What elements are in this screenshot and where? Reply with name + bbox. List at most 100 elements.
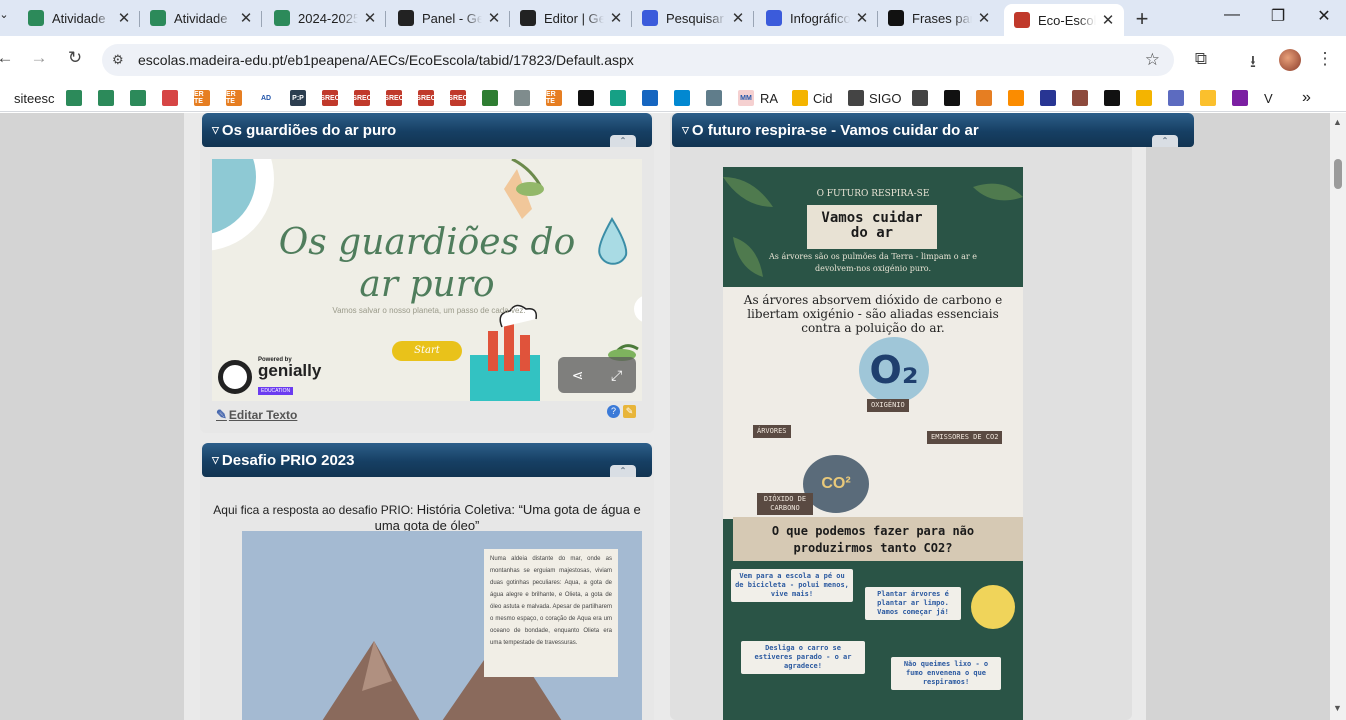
bookmark-item[interactable]: SREC — [352, 89, 372, 107]
tab-close-icon[interactable]: ✕ — [608, 9, 624, 27]
edit-icon[interactable]: ✎ — [623, 405, 636, 418]
bookmark-item[interactable] — [944, 89, 960, 107]
genially-embed[interactable]: Os guardiões do ar puro Vamos salvar o n… — [212, 159, 642, 401]
help-icon[interactable]: ? — [607, 405, 620, 418]
bookmark-item[interactable]: RA — [760, 89, 778, 107]
more-bookmarks-icon[interactable]: » — [1302, 89, 1311, 107]
back-icon[interactable]: ← — [0, 48, 16, 68]
tab-close-icon[interactable]: ✕ — [486, 9, 502, 27]
story-text: Numa aldeia distante do mar, onde as mon… — [484, 549, 618, 677]
forward-icon[interactable]: → — [28, 48, 50, 68]
menu-icon[interactable]: ⋮ — [1314, 49, 1336, 69]
restore-icon[interactable]: ❐ — [1268, 6, 1288, 26]
bookmark-item[interactable] — [578, 89, 594, 107]
bookmark-item[interactable] — [1168, 89, 1184, 107]
bookmark-item[interactable] — [610, 89, 626, 107]
tab-close-icon[interactable]: ✕ — [976, 9, 992, 27]
collapse-triangle-icon[interactable]: ▽ — [682, 125, 689, 136]
extensions-icon[interactable]: ⧉ — [1190, 49, 1212, 69]
collapse-triangle-icon[interactable]: ▽ — [212, 455, 219, 466]
tab-close-icon[interactable]: ✕ — [1100, 11, 1116, 29]
bookmark-item[interactable]: AD — [258, 89, 274, 107]
genially-badge[interactable]: Powered by genially EDUCATION — [218, 357, 321, 397]
tab[interactable]: Infográfico ✕ — [756, 4, 878, 32]
tab-close-icon[interactable]: ✕ — [238, 9, 254, 27]
vertical-scrollbar[interactable]: ▲ ▼ — [1330, 113, 1346, 720]
tab[interactable]: Eco-Escola✕ — [1004, 4, 1124, 36]
collapse-button[interactable]: ⌃ — [610, 465, 636, 477]
url-text[interactable]: escolas.madeira-edu.pt/eb1peapena/AECs/E… — [138, 52, 634, 68]
bookmark-item[interactable]: SREC — [384, 89, 404, 107]
minimize-icon[interactable]: — — [1222, 6, 1242, 24]
bookmark-item[interactable] — [1200, 89, 1216, 107]
bookmark-item[interactable] — [1104, 89, 1120, 107]
site-info-icon[interactable]: ⚙ — [112, 52, 130, 68]
tab-favicon-icon — [28, 10, 44, 26]
tab-close-icon[interactable]: ✕ — [362, 9, 378, 27]
collapse-button[interactable]: ⌃ — [1152, 135, 1178, 147]
bookmark-icon: ER TE — [194, 90, 210, 106]
bookmark-item[interactable]: MM — [738, 89, 754, 107]
fullscreen-icon[interactable]: ⤢ — [611, 367, 622, 384]
bookmark-item[interactable] — [1008, 89, 1024, 107]
close-window-icon[interactable]: ✕ — [1314, 6, 1334, 26]
bookmark-item[interactable]: SIGO — [848, 89, 902, 107]
bookmark-icon — [1136, 90, 1152, 106]
tab[interactable]: Pesquisar ✕ — [632, 4, 754, 32]
new-tab-button[interactable]: + — [1130, 6, 1154, 32]
bookmark-item[interactable] — [98, 89, 114, 107]
bookmark-item[interactable]: SREC — [416, 89, 436, 107]
share-icon[interactable]: ⋖ — [572, 367, 584, 384]
bookmark-icon: SREC — [352, 90, 372, 106]
collapse-triangle-icon[interactable]: ▽ — [212, 125, 219, 136]
bookmark-icon — [1168, 90, 1184, 106]
bookmark-item[interactable]: P:P — [290, 89, 306, 107]
bookmark-item[interactable]: SREC — [448, 89, 468, 107]
bookmark-item[interactable]: Cid — [792, 89, 833, 107]
edit-text-link[interactable]: ✎ Editar Texto — [216, 407, 297, 423]
tab[interactable]: 2024-2025 ✕ — [264, 4, 386, 32]
bookmark-item[interactable]: ER TE — [194, 89, 210, 107]
genially-controls: ⋖ ⤢ — [558, 357, 636, 393]
bookmark-item[interactable] — [976, 89, 992, 107]
bookmark-item[interactable] — [162, 89, 178, 107]
address-bar[interactable]: ⚙ escolas.madeira-edu.pt/eb1peapena/AECs… — [102, 44, 1174, 76]
tab[interactable]: Panel - Gen✕ — [388, 4, 510, 32]
scroll-thumb[interactable] — [1334, 159, 1342, 189]
collapse-button[interactable]: ⌃ — [610, 135, 636, 147]
bookmark-item[interactable] — [130, 89, 146, 107]
bookmark-item[interactable] — [1136, 89, 1152, 107]
bookmark-item[interactable] — [674, 89, 690, 107]
tab-close-icon[interactable]: ✕ — [116, 9, 132, 27]
bookmark-item[interactable]: V — [1264, 89, 1273, 107]
tab[interactable]: Frases para✕ — [878, 4, 1000, 32]
bookmark-item[interactable] — [482, 89, 498, 107]
bookmark-item[interactable] — [1072, 89, 1088, 107]
module-title: Desafio PRIO 2023 — [221, 451, 355, 469]
bookmark-star-icon[interactable]: ☆ — [1145, 50, 1160, 70]
tab-favicon-icon — [888, 10, 904, 26]
bookmark-item[interactable] — [1232, 89, 1248, 107]
profile-avatar[interactable] — [1279, 49, 1301, 71]
download-icon[interactable]: ⭳ — [1242, 49, 1264, 78]
tab[interactable]: Atividade ✕ — [140, 4, 262, 32]
tab-close-icon[interactable]: ✕ — [730, 9, 746, 27]
bookmark-item[interactable] — [1040, 89, 1056, 107]
bookmark-item[interactable] — [66, 89, 82, 107]
bookmark-item[interactable]: siteesc — [14, 89, 54, 107]
bookmark-item[interactable] — [912, 89, 928, 107]
scroll-up-icon[interactable]: ▲ — [1333, 117, 1342, 127]
tab[interactable]: Editor | Gen✕ — [510, 4, 632, 32]
bookmark-item[interactable]: SREC — [320, 89, 340, 107]
bookmark-item[interactable] — [642, 89, 658, 107]
genially-start-button[interactable]: Start — [392, 341, 462, 361]
tab[interactable]: Atividade ✕ — [18, 4, 140, 32]
bookmark-item[interactable]: ER TE — [546, 89, 562, 107]
bookmark-item[interactable]: ER TE — [226, 89, 242, 107]
bookmark-item[interactable] — [706, 89, 722, 107]
bookmark-item[interactable] — [514, 89, 530, 107]
scroll-down-icon[interactable]: ▼ — [1333, 703, 1342, 713]
reload-icon[interactable]: ↻ — [64, 48, 86, 68]
tab-close-icon[interactable]: ✕ — [854, 9, 870, 27]
tab-search-icon[interactable]: ⌄ — [0, 8, 14, 21]
